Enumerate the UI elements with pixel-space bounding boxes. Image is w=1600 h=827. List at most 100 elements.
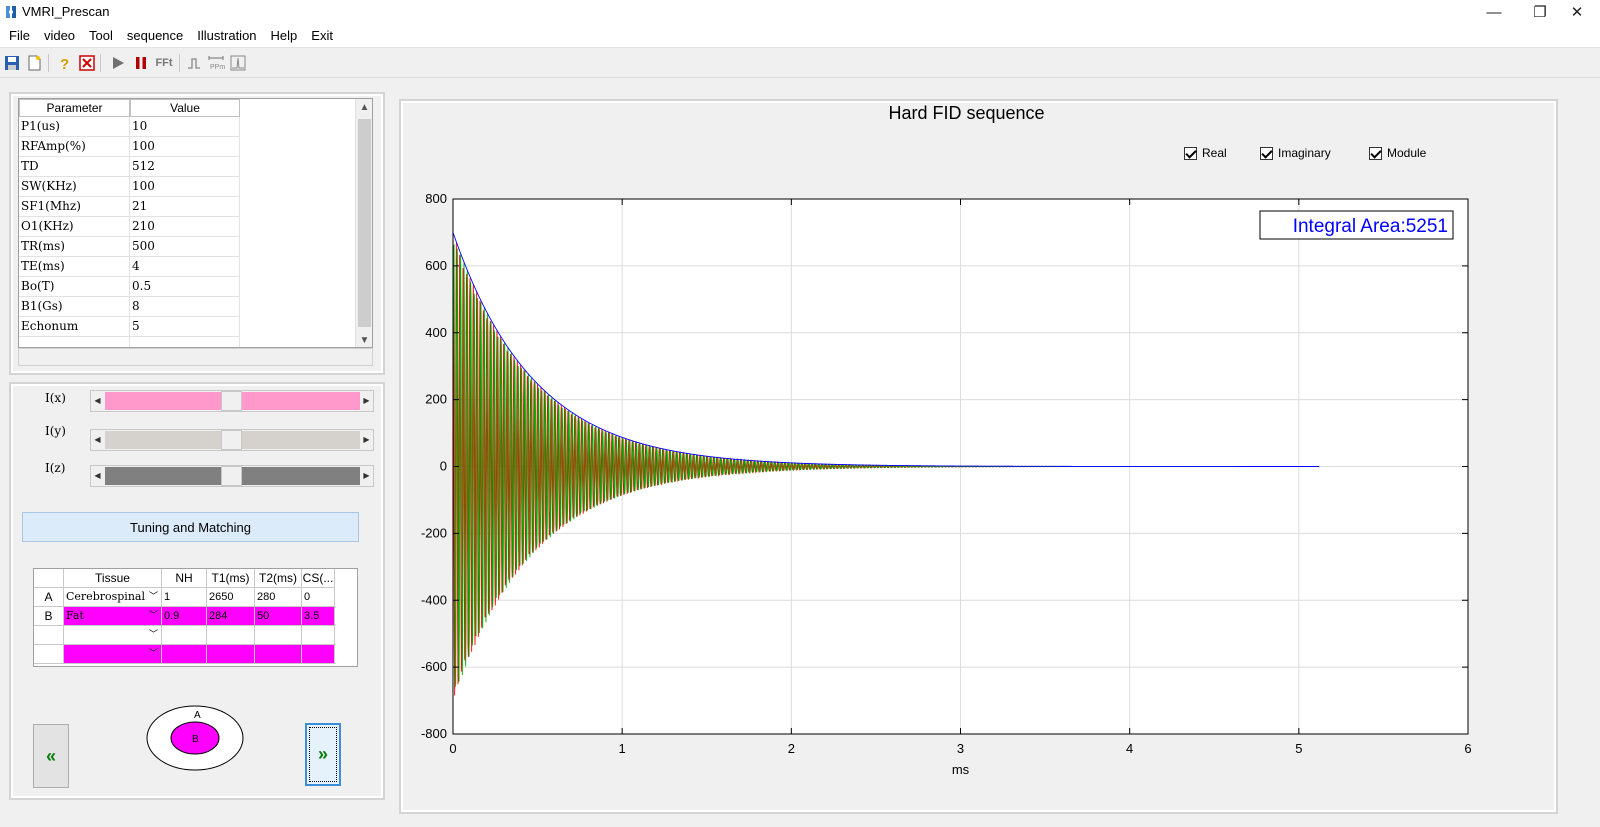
y-tick-label: 200 bbox=[425, 392, 447, 407]
table-row[interactable]: TE(ms) 4 bbox=[19, 257, 372, 277]
tissue-table: Tissue NH T1(ms) T2(ms) CS(... A Cerebro… bbox=[33, 568, 358, 667]
pause-icon[interactable] bbox=[131, 53, 151, 73]
x-tick-label: 1 bbox=[619, 741, 626, 756]
tissue-dropdown[interactable]: Fat ﹀ bbox=[64, 607, 162, 626]
column-header-nh[interactable]: NH bbox=[162, 569, 207, 588]
slider-knob[interactable] bbox=[221, 430, 242, 450]
integral-area-label: Integral Area:5251 bbox=[1293, 216, 1448, 237]
param-value-cell[interactable]: 21 bbox=[130, 197, 240, 217]
param-value-cell[interactable]: 210 bbox=[130, 217, 240, 237]
fid-plot[interactable]: 0 1 2 3 4 5 6 800 600 400 200 0 -200 -400 -600 -800 ms In… bbox=[403, 103, 1554, 810]
menu-illustration[interactable]: Illustration bbox=[190, 24, 263, 47]
stop-icon[interactable] bbox=[77, 53, 97, 73]
y-tick-label: 800 bbox=[425, 191, 447, 206]
slider-knob[interactable] bbox=[221, 391, 242, 411]
chevron-down-icon[interactable]: ﹀ bbox=[149, 607, 158, 625]
slider-iy[interactable]: ◀ ▶ bbox=[90, 429, 374, 451]
column-header-value[interactable]: Value bbox=[130, 99, 240, 117]
table-row[interactable]: TD 512 bbox=[19, 157, 372, 177]
x-tick-label: 4 bbox=[1126, 741, 1133, 756]
table-row[interactable]: B1(Gs) 8 bbox=[19, 297, 372, 317]
prev-button[interactable]: « bbox=[33, 724, 69, 788]
play-icon[interactable] bbox=[108, 53, 128, 73]
x-tick-label: 3 bbox=[957, 741, 964, 756]
slider-label-iz: I(z) bbox=[45, 461, 66, 475]
menu-file[interactable]: File bbox=[2, 24, 37, 47]
slider-knob[interactable] bbox=[221, 466, 242, 486]
menu-sequence[interactable]: sequence bbox=[120, 24, 190, 47]
scroll-up-icon[interactable]: ▲ bbox=[356, 99, 372, 116]
chevron-down-icon[interactable]: ﹀ bbox=[149, 645, 158, 663]
window-title: VMRI_Prescan bbox=[22, 4, 110, 19]
save-icon[interactable] bbox=[2, 53, 22, 73]
menu-help[interactable]: Help bbox=[264, 24, 305, 47]
column-header-tissue[interactable]: Tissue bbox=[64, 569, 162, 588]
phantom-label-b: B bbox=[192, 734, 199, 745]
table-row[interactable]: P1(us) 10 bbox=[19, 117, 372, 137]
slider-left-arrow-icon[interactable]: ◀ bbox=[91, 430, 104, 450]
menu-tool[interactable]: Tool bbox=[82, 24, 120, 47]
menu-video[interactable]: video bbox=[37, 24, 82, 47]
param-value-cell[interactable]: 500 bbox=[130, 237, 240, 257]
param-value-cell[interactable]: 5 bbox=[130, 317, 240, 337]
tissue-dropdown[interactable]: Cerebrospinal ﹀ bbox=[64, 588, 162, 607]
param-value-cell[interactable]: 4 bbox=[130, 257, 240, 277]
param-value-cell[interactable]: 512 bbox=[130, 157, 240, 177]
scroll-thumb[interactable] bbox=[358, 119, 371, 327]
x-tick-label: 0 bbox=[449, 741, 456, 756]
column-header-t1[interactable]: T1(ms) bbox=[207, 569, 255, 588]
param-value-cell[interactable]: 100 bbox=[130, 177, 240, 197]
table-row[interactable]: SW(KHz) 100 bbox=[19, 177, 372, 197]
svg-text:PPm: PPm bbox=[210, 64, 225, 71]
table-row[interactable]: ﹀ bbox=[34, 645, 357, 664]
table-row[interactable]: O1(KHz) 210 bbox=[19, 217, 372, 237]
table-row[interactable]: Bo(T) 0.5 bbox=[19, 277, 372, 297]
spectrum-icon[interactable] bbox=[228, 53, 248, 73]
parameter-scrollbar[interactable]: ▲ ▼ bbox=[355, 99, 372, 347]
column-header-t2[interactable]: T2(ms) bbox=[255, 569, 302, 588]
title-bar: VMRI_Prescan — ❐ ✕ bbox=[0, 0, 1600, 24]
column-header-parameter[interactable]: Parameter bbox=[19, 99, 130, 117]
table-row[interactable]: B Fat ﹀ 0.9 284 50 3.5 bbox=[34, 607, 357, 626]
table-row[interactable]: RFAmp(%) 100 bbox=[19, 137, 372, 157]
menu-exit[interactable]: Exit bbox=[304, 24, 340, 47]
minimize-button[interactable]: — bbox=[1471, 0, 1517, 24]
control-panel: I(x) ◀ ▶ I(y) ◀ ▶ I(z) ◀ ▶ Tuning and Ma… bbox=[9, 382, 385, 800]
chevron-down-icon[interactable]: ﹀ bbox=[149, 626, 158, 644]
table-row[interactable]: Echonum 5 bbox=[19, 317, 372, 337]
tissue-dropdown[interactable]: ﹀ bbox=[64, 645, 162, 664]
close-window-button[interactable]: ✕ bbox=[1554, 0, 1600, 24]
svg-text:?: ? bbox=[60, 56, 69, 71]
column-header-cs[interactable]: CS(... bbox=[302, 569, 335, 588]
param-value-cell[interactable]: 0.5 bbox=[130, 277, 240, 297]
ppm-scale-icon[interactable]: PPm bbox=[206, 53, 226, 73]
y-tick-label: 0 bbox=[440, 459, 447, 474]
new-file-icon[interactable] bbox=[24, 53, 44, 73]
param-value-cell[interactable]: 10 bbox=[130, 117, 240, 137]
fft-button[interactable]: FFt bbox=[153, 53, 175, 73]
help-icon[interactable]: ? bbox=[54, 53, 74, 73]
table-row[interactable]: A Cerebrospinal ﹀ 1 2650 280 0 bbox=[34, 588, 357, 607]
x-axis-label: ms bbox=[952, 762, 970, 777]
slider-left-arrow-icon[interactable]: ◀ bbox=[91, 466, 104, 486]
slider-iz[interactable]: ◀ ▶ bbox=[90, 465, 374, 487]
param-value-cell[interactable]: 8 bbox=[130, 297, 240, 317]
menu-bar: File video Tool sequence Illustration He… bbox=[0, 24, 1600, 48]
horizontal-scrollbar[interactable] bbox=[18, 348, 373, 366]
chevron-down-icon[interactable]: ﹀ bbox=[149, 588, 158, 606]
table-row[interactable]: TR(ms) 500 bbox=[19, 237, 372, 257]
table-row[interactable]: SF1(Mhz) 21 bbox=[19, 197, 372, 217]
param-value-cell[interactable]: 100 bbox=[130, 137, 240, 157]
scroll-down-icon[interactable]: ▼ bbox=[356, 332, 372, 347]
slider-left-arrow-icon[interactable]: ◀ bbox=[91, 391, 104, 411]
peak-marker-icon[interactable] bbox=[184, 53, 204, 73]
tissue-dropdown[interactable]: ﹀ bbox=[64, 626, 162, 645]
slider-ix[interactable]: ◀ ▶ bbox=[90, 390, 374, 412]
slider-right-arrow-icon[interactable]: ▶ bbox=[360, 466, 373, 486]
next-button[interactable]: » bbox=[305, 723, 341, 786]
slider-right-arrow-icon[interactable]: ▶ bbox=[360, 391, 373, 411]
tuning-matching-button[interactable]: Tuning and Matching bbox=[22, 512, 359, 542]
slider-right-arrow-icon[interactable]: ▶ bbox=[360, 430, 373, 450]
y-tick-label: 400 bbox=[425, 325, 447, 340]
table-row[interactable]: ﹀ bbox=[34, 626, 357, 645]
